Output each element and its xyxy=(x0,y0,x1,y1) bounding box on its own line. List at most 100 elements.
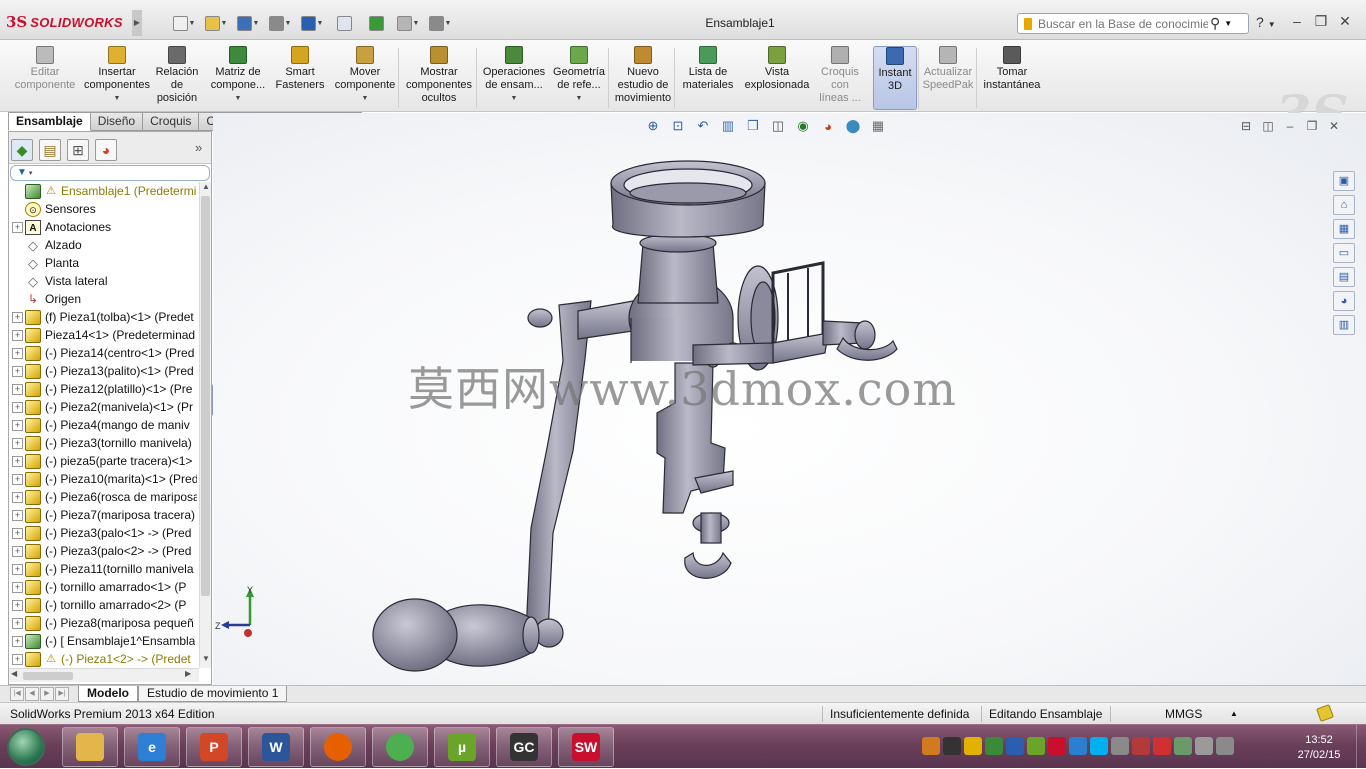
quick-tool-button[interactable]: ▼ xyxy=(170,12,198,34)
property-manager-tab-icon[interactable]: ▤ xyxy=(39,139,61,161)
command-insertar-componentes[interactable]: Insertar componentes ▼ xyxy=(82,46,152,110)
tray-gc-icon[interactable] xyxy=(943,737,961,755)
configuration-manager-tab-icon[interactable]: ⊞ xyxy=(67,139,89,161)
dropdown-caret-icon[interactable]: ▼ xyxy=(221,20,228,27)
solidworks-taskbar-button[interactable]: SW xyxy=(558,727,614,767)
expand-icon[interactable]: + xyxy=(12,383,23,395)
design-library-icon[interactable]: ▦ xyxy=(1333,219,1355,239)
dropdown-caret-icon[interactable]: ▼ xyxy=(511,92,518,105)
tree-node[interactable]: + (-) tornillo amarrado<2> (P xyxy=(9,596,197,614)
tray-battery-icon[interactable] xyxy=(1195,737,1213,755)
home-icon[interactable]: ⌂ xyxy=(1333,195,1355,215)
tree-node[interactable]: + (-) Pieza12(platillo)<1> (Pre xyxy=(9,380,197,398)
expand-icon[interactable]: + xyxy=(12,617,23,629)
first-tab-icon[interactable]: |◀ xyxy=(10,687,24,701)
word-taskbar-button[interactable]: W xyxy=(248,727,304,767)
tray-app-icon-2[interactable] xyxy=(1069,737,1087,755)
dropdown-caret-icon[interactable]: ▼ xyxy=(317,20,324,27)
custom-properties-icon[interactable]: ▥ xyxy=(1333,315,1355,335)
tree-horizontal-scrollbar[interactable]: ◀ ▶ xyxy=(9,668,199,682)
search-icon[interactable]: ⚲ xyxy=(1210,15,1220,32)
tree-node[interactable]: + (-) Pieza13(palito)<1> (Pred xyxy=(9,362,197,380)
next-tab-icon[interactable]: ▶ xyxy=(40,687,54,701)
solidworks-logo[interactable]: 3S SOLIDWORKS xyxy=(6,10,130,34)
tray-network-icon[interactable] xyxy=(1174,737,1192,755)
dropdown-caret-icon[interactable]: ▼ xyxy=(114,92,121,105)
tile-horizontal-icon[interactable]: ⊟ xyxy=(1238,118,1254,134)
scroll-thumb[interactable] xyxy=(201,196,210,596)
command-mover-componente[interactable]: Mover componente ▼ xyxy=(332,46,398,110)
tree-node[interactable]: + Pieza14<1> (Predeterminad xyxy=(9,326,197,344)
tray-volume-icon[interactable] xyxy=(1216,737,1234,755)
scroll-left-icon[interactable]: ◀ xyxy=(11,669,17,678)
tree-node[interactable]: + (-) Pieza8(mariposa pequeñ xyxy=(9,614,197,632)
command-mostrar-ocultos[interactable]: Mostrar componentes ocultos xyxy=(404,46,474,110)
quick-tool-button[interactable]: ▼ xyxy=(266,12,294,34)
tree-vertical-scrollbar[interactable]: ▲ ▼ xyxy=(199,182,211,668)
zoom-area-icon[interactable]: ⊡ xyxy=(668,117,688,135)
maximize-icon[interactable]: ❐ xyxy=(1312,12,1330,30)
tab-ensamblaje[interactable]: Ensamblaje xyxy=(8,112,91,131)
feature-manager-tab-icon[interactable]: ◆ xyxy=(11,139,33,161)
tree-node[interactable]: ◇ Planta xyxy=(9,254,197,272)
quick-tool-button[interactable]: ▼ xyxy=(394,12,422,34)
tree-node[interactable]: ◇ Alzado xyxy=(9,236,197,254)
expand-icon[interactable]: + xyxy=(12,455,23,467)
utorrent-taskbar-button[interactable]: µ xyxy=(434,727,490,767)
search-input[interactable] xyxy=(1038,16,1208,31)
command-matriz-componente[interactable]: Matriz de compone... ▼ xyxy=(208,46,268,110)
minimize-icon[interactable]: – xyxy=(1288,12,1306,30)
expand-icon[interactable]: + xyxy=(12,347,23,359)
search-dropdown-icon[interactable]: ▼ xyxy=(1224,19,1232,28)
zoom-to-fit-icon[interactable]: ⊕ xyxy=(643,117,663,135)
help-button[interactable]: ? ▼ xyxy=(1256,14,1276,30)
scroll-down-icon[interactable]: ▼ xyxy=(200,654,212,666)
expand-icon[interactable]: + xyxy=(12,545,23,557)
dropdown-caret-icon[interactable]: ▼ xyxy=(189,20,196,27)
gc-taskbar-button[interactable]: GC xyxy=(496,727,552,767)
tree-node[interactable]: + (-) Pieza3(palo<1> -> (Pred xyxy=(9,524,197,542)
tray-bluetooth-icon[interactable] xyxy=(1006,737,1024,755)
view-palette-icon[interactable]: ▤ xyxy=(1333,267,1355,287)
expand-icon[interactable]: + xyxy=(12,473,23,485)
appearances-icon[interactable]: ◕ xyxy=(1333,291,1355,311)
expand-icon[interactable]: + xyxy=(12,527,23,539)
tree-node[interactable]: ◇ Vista lateral xyxy=(9,272,197,290)
tree-node[interactable]: + (-) Pieza3(palo<2> -> (Pred xyxy=(9,542,197,560)
command-operaciones-ensamblaje[interactable]: Operaciones de ensam... ▼ xyxy=(480,46,548,110)
viewport-minimize-icon[interactable]: – xyxy=(1282,118,1298,134)
close-icon[interactable]: ✕ xyxy=(1336,12,1354,30)
expand-pane-icon[interactable]: » xyxy=(195,140,202,155)
expand-icon[interactable]: + xyxy=(12,329,23,341)
expand-icon[interactable]: + xyxy=(12,365,23,377)
tray-app-icon-1[interactable] xyxy=(922,737,940,755)
section-view-icon[interactable]: ▥ xyxy=(718,117,738,135)
dropdown-caret-icon[interactable]: ▼ xyxy=(235,92,242,105)
viewport-restore-icon[interactable]: ❐ xyxy=(1304,118,1320,134)
dropdown-caret-icon[interactable]: ▼ xyxy=(253,20,260,27)
viewport-close-icon[interactable]: ✕ xyxy=(1326,118,1342,134)
tray-signal-icon[interactable] xyxy=(1111,737,1129,755)
expand-icon[interactable]: + xyxy=(12,419,23,431)
expand-icon[interactable]: + xyxy=(12,563,23,575)
menu-flyout-arrow-icon[interactable]: ▶ xyxy=(132,10,142,36)
tray-shield-icon[interactable] xyxy=(985,737,1003,755)
expand-icon[interactable]: + xyxy=(12,437,23,449)
prev-tab-icon[interactable]: ◀ xyxy=(25,687,39,701)
tab-diseño[interactable]: Diseño xyxy=(90,112,144,131)
tree-node[interactable]: + (-) Pieza10(marita)<1> (Pred xyxy=(9,470,197,488)
tree-node[interactable]: + (-) Pieza2(manivela)<1> (Pr xyxy=(9,398,197,416)
tree-root[interactable]: ⚠ Ensamblaje1 (Predeterminado xyxy=(9,182,197,200)
command-lista-materiales[interactable]: Lista de materiales xyxy=(678,46,738,110)
edit-appearance-icon[interactable]: ◕ xyxy=(818,117,838,135)
dropdown-caret-icon[interactable]: ▼ xyxy=(413,20,420,27)
display-manager-tab-icon[interactable]: ◕ xyxy=(95,139,117,161)
command-relacion-posicion[interactable]: Relación de posición xyxy=(152,46,202,110)
command-croquis-lineas[interactable]: Croquis con líneas ... xyxy=(814,46,866,110)
tree-node[interactable]: + (-) tornillo amarrado<1> (P xyxy=(9,578,197,596)
graphics-area[interactable]: 莫西网www.3dmox.com ⊕ ⊡ ↶ ▥ ❒ ◫ ◉ ◕ ⬤ ▦ ⊟ ◫ – ❐ ✕ ▣ ⌂… xyxy=(213,113,1366,685)
command-geometria-referencia[interactable]: Geometría de refe... ▼ xyxy=(550,46,608,110)
tile-vertical-icon[interactable]: ◫ xyxy=(1260,118,1276,134)
start-button[interactable] xyxy=(7,728,45,766)
dropdown-caret-icon[interactable]: ▼ xyxy=(362,92,369,105)
